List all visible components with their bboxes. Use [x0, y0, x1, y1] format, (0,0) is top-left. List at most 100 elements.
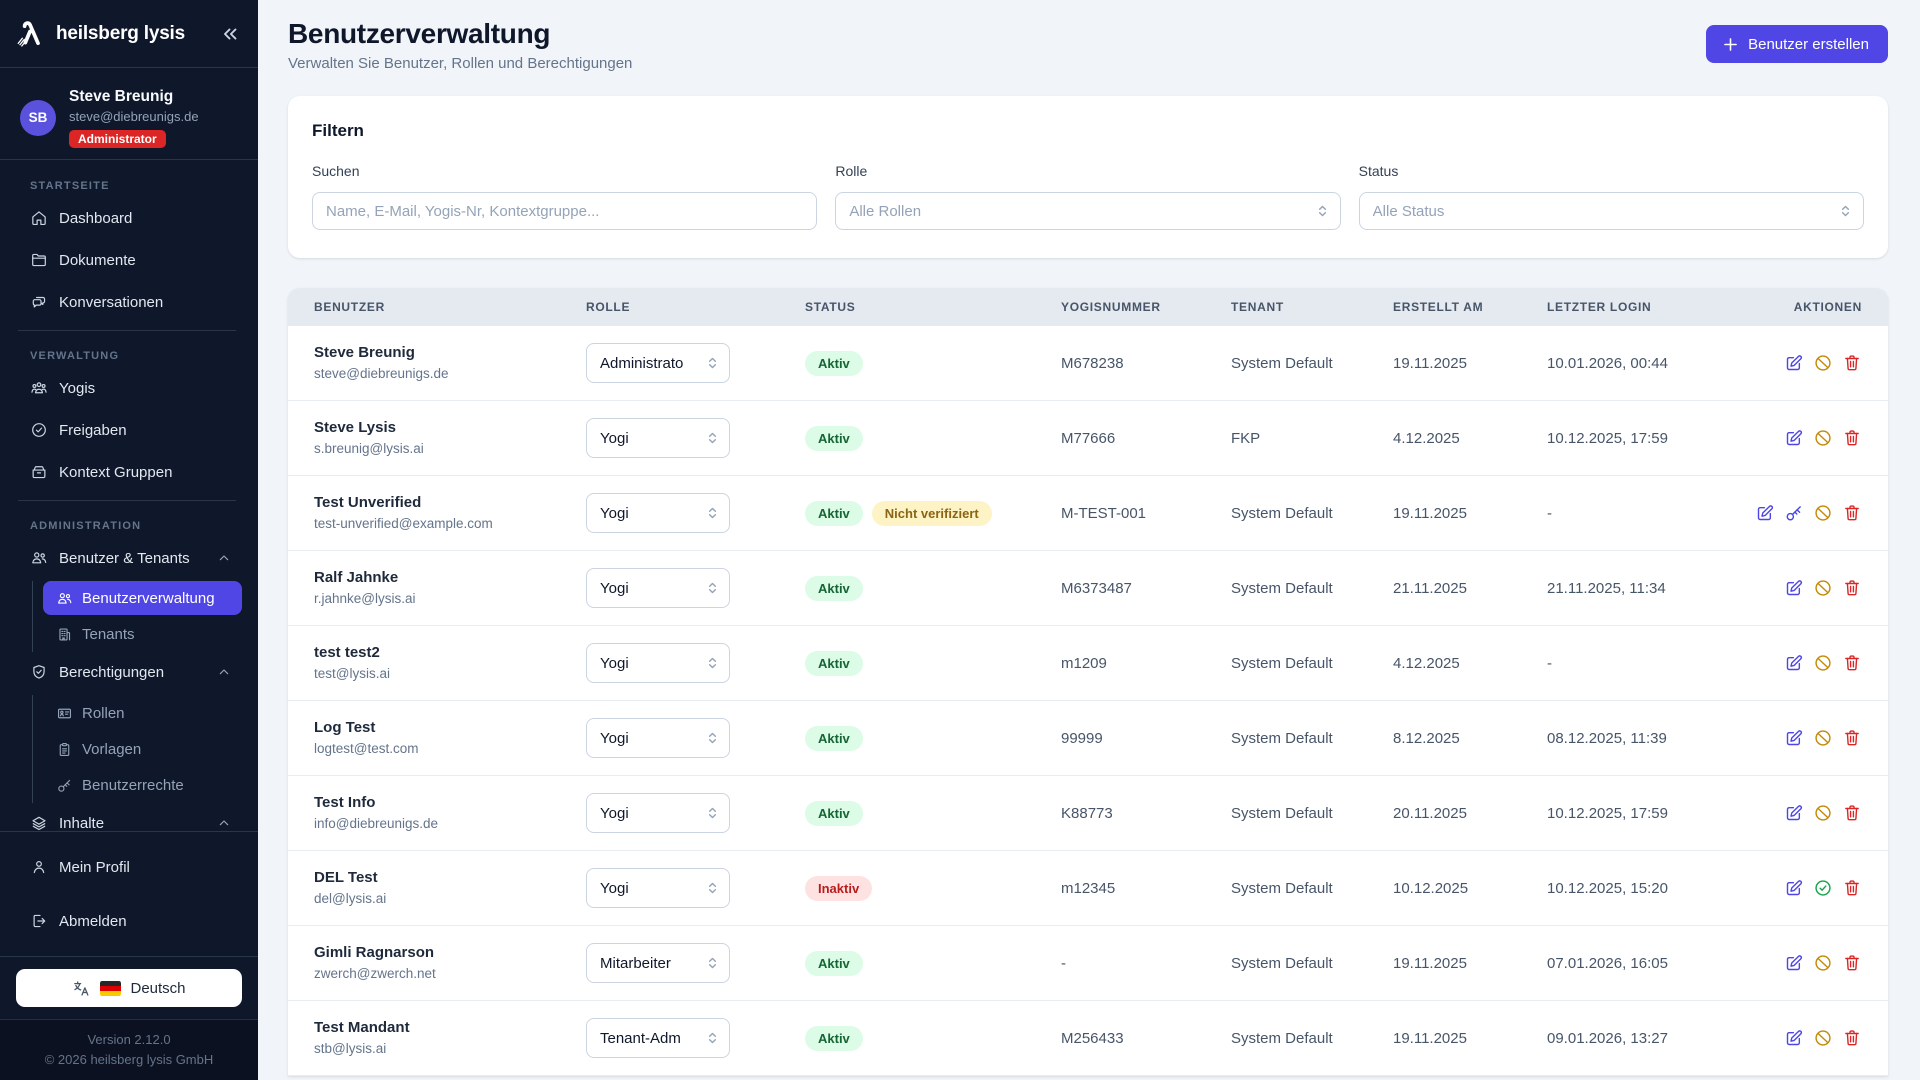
edit-user-button[interactable]	[1784, 728, 1804, 748]
delete-user-button[interactable]	[1842, 803, 1862, 823]
reset-password-button[interactable]	[1784, 503, 1804, 523]
actions-cell	[1694, 653, 1888, 673]
sidebar-item-inhalte[interactable]: Inhalte	[12, 803, 242, 832]
status-filter-label: Status	[1359, 162, 1864, 180]
sidebar-item-benutzerverwaltung[interactable]: Benutzerverwaltung	[43, 581, 242, 615]
deactivate-user-button[interactable]	[1813, 803, 1833, 823]
user-name: DEL Test	[314, 868, 560, 888]
deactivate-user-button[interactable]	[1813, 1028, 1833, 1048]
edit-user-button[interactable]	[1784, 428, 1804, 448]
select-updown-icon	[704, 955, 721, 972]
deactivate-user-button[interactable]	[1813, 428, 1833, 448]
role-filter-label: Rolle	[835, 162, 1340, 180]
actions-cell	[1694, 728, 1888, 748]
sidebar-item-berechtigungen[interactable]: Berechtigungen	[12, 652, 242, 692]
search-input[interactable]	[312, 192, 817, 230]
create-user-button[interactable]: Benutzer erstellen	[1706, 25, 1888, 63]
role-cell: Administrato	[560, 343, 779, 383]
edit-user-button[interactable]	[1784, 878, 1804, 898]
deactivate-user-button[interactable]	[1813, 953, 1833, 973]
user-email: stb@lysis.ai	[314, 1040, 560, 1058]
translate-icon	[72, 979, 91, 998]
role-cell: Yogi	[560, 643, 779, 683]
user-cell: Log Test logtest@test.com	[288, 718, 560, 758]
edit-icon	[1784, 653, 1804, 673]
brand-name: heilsberg lysis	[56, 23, 216, 45]
delete-user-button[interactable]	[1842, 653, 1862, 673]
app-version: Version 2.12.0	[0, 1030, 258, 1050]
status-badge: Inaktiv	[805, 876, 872, 901]
delete-icon	[1842, 878, 1862, 898]
edit-user-button[interactable]	[1784, 578, 1804, 598]
status-filter-select[interactable]: Alle Status	[1359, 192, 1864, 230]
role-filter-select[interactable]: Alle Rollen	[835, 192, 1340, 230]
actions-cell	[1694, 503, 1888, 523]
edit-user-button[interactable]	[1784, 1028, 1804, 1048]
activate-user-button[interactable]	[1813, 878, 1833, 898]
delete-icon	[1842, 803, 1862, 823]
delete-user-button[interactable]	[1842, 878, 1862, 898]
sidebar-item-mein-profil[interactable]: Mein Profil	[12, 847, 246, 887]
sidebar-item-benutzerrechte[interactable]: Benutzerrechte	[43, 767, 242, 803]
role-select[interactable]: Tenant-Adm	[586, 1018, 730, 1058]
role-select[interactable]: Yogi	[586, 418, 730, 458]
sidebar-item-dokumente[interactable]: Dokumente	[12, 240, 242, 280]
role-select[interactable]: Yogi	[586, 718, 730, 758]
column-header-letzter-login: LETZTER LOGIN	[1521, 300, 1694, 314]
user-cell: Gimli Ragnarsonzwerch@zwerch.net	[288, 943, 560, 983]
delete-user-button[interactable]	[1842, 428, 1862, 448]
deactivate-user-button[interactable]	[1813, 353, 1833, 373]
sidebar-item-abmelden[interactable]: Abmelden	[12, 901, 246, 941]
deactivate-user-button[interactable]	[1813, 728, 1833, 748]
select-updown-icon	[704, 1030, 721, 1047]
user-cell: DEL Test del@lysis.ai	[288, 868, 560, 908]
last-login-cell: 08.12.2025, 11:39	[1521, 730, 1694, 747]
role-select[interactable]: Mitarbeiter	[586, 943, 730, 983]
sidebar-item-konversationen[interactable]: Konversationen	[12, 282, 242, 322]
role-select[interactable]: Yogi	[586, 868, 730, 908]
sidebar-item-vorlagen[interactable]: Vorlagen	[43, 731, 242, 767]
language-switcher-button[interactable]: Deutsch	[16, 969, 242, 1007]
delete-user-button[interactable]	[1842, 953, 1862, 973]
table-header-row: BENUTZERROLLESTATUSYOGISNUMMERTENANTERST…	[288, 288, 1888, 326]
user-name: test test2	[314, 643, 560, 663]
sidebar-item-benutzer-tenants[interactable]: Benutzer & Tenants	[12, 538, 242, 578]
user-email: del@lysis.ai	[314, 890, 560, 908]
edit-user-button[interactable]	[1784, 803, 1804, 823]
edit-user-button[interactable]	[1784, 353, 1804, 373]
role-select[interactable]: Yogi	[586, 793, 730, 833]
deactivate-user-button[interactable]	[1813, 503, 1833, 523]
edit-user-button[interactable]	[1784, 653, 1804, 673]
sidebar-item-dashboard[interactable]: Dashboard	[12, 198, 242, 238]
column-header-tenant: TENANT	[1205, 300, 1367, 314]
user-name: Log Test	[314, 718, 560, 738]
sidebar-item-freigaben[interactable]: Freigaben	[12, 410, 242, 450]
delete-user-button[interactable]	[1842, 1028, 1862, 1048]
edit-user-button[interactable]	[1784, 953, 1804, 973]
delete-user-button[interactable]	[1842, 353, 1862, 373]
deactivate-user-button[interactable]	[1813, 578, 1833, 598]
sidebar-item-kontext-gruppen[interactable]: Kontext Gruppen	[12, 452, 242, 492]
page-title: Benutzerverwaltung	[288, 18, 632, 50]
status-cell: Aktiv	[779, 426, 1035, 451]
edit-user-button[interactable]	[1755, 503, 1775, 523]
role-select[interactable]: Yogi	[586, 643, 730, 683]
role-select[interactable]: Yogi	[586, 493, 730, 533]
delete-user-button[interactable]	[1842, 503, 1862, 523]
delete-user-button[interactable]	[1842, 728, 1862, 748]
sidebar-collapse-button[interactable]	[216, 20, 244, 48]
sidebar-item-rollen[interactable]: Rollen	[43, 695, 242, 731]
role-cell: Yogi	[560, 718, 779, 758]
yogisnummer-cell: M77666	[1035, 430, 1205, 447]
delete-user-button[interactable]	[1842, 578, 1862, 598]
sidebar-item-tenants[interactable]: Tenants	[43, 616, 242, 652]
role-select[interactable]: Yogi	[586, 568, 730, 608]
actions-cell	[1694, 1028, 1888, 1048]
created-cell: 21.11.2025	[1367, 580, 1521, 597]
role-select[interactable]: Administrato	[586, 343, 730, 383]
sidebar-item-yogis[interactable]: Yogis	[12, 368, 242, 408]
deactivate-user-button[interactable]	[1813, 653, 1833, 673]
plus-icon	[1721, 35, 1740, 54]
user-cell: Ralf Jahnker.jahnke@lysis.ai	[288, 568, 560, 608]
user-email: logtest@test.com	[314, 740, 560, 758]
